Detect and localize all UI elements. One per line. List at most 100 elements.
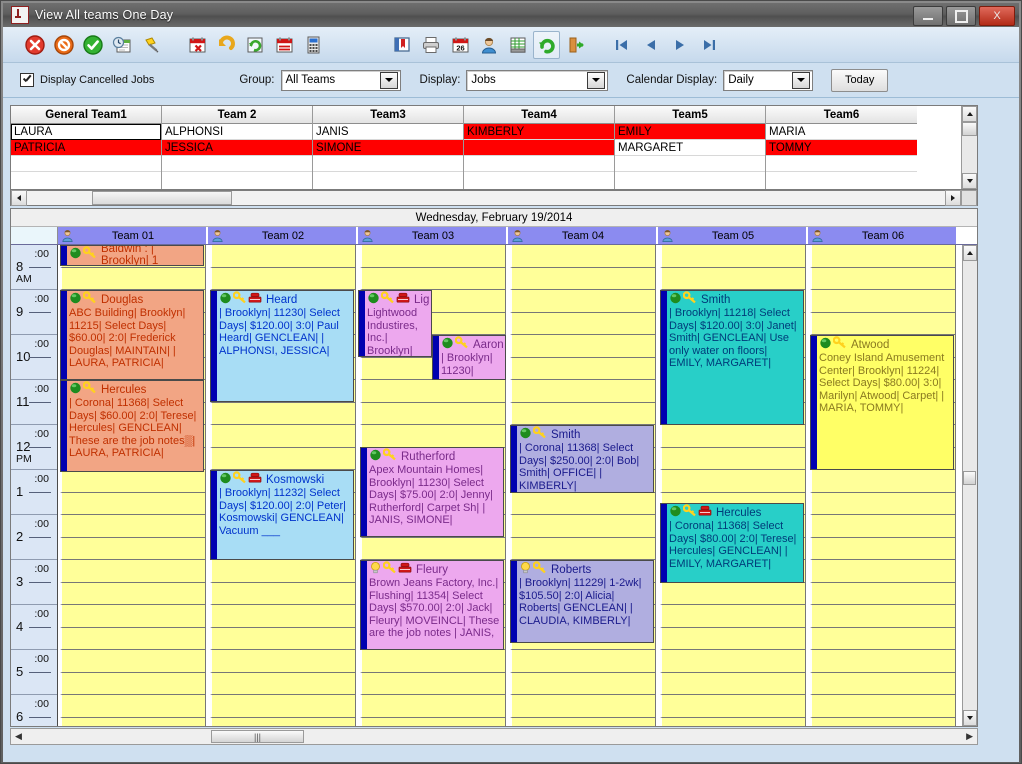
calendar-slot[interactable]: [510, 695, 656, 718]
calendar-hscroll-thumb[interactable]: |||: [211, 730, 304, 743]
calendar-slot[interactable]: [510, 357, 656, 380]
calendar-slot[interactable]: [210, 650, 356, 673]
calendar-horizontal-scrollbar[interactable]: ◀ ||| ▶: [10, 728, 978, 745]
calendar-scroll-thumb[interactable]: [963, 471, 976, 485]
previous-record-button[interactable]: [637, 31, 664, 59]
calendar-hscroll-left-button[interactable]: ◀: [11, 731, 26, 742]
calendar-slot[interactable]: [810, 650, 956, 673]
appointment-block[interactable]: Hercules | Corona| 11368| Select Days| $8…: [660, 503, 804, 583]
appointment-block[interactable]: Heard | Brooklyn| 11230| Select Days| $12…: [210, 290, 354, 402]
appointment-block[interactable]: Lig Lightwood Industires, Inc.| Brooklyn|…: [358, 290, 432, 357]
calendar-slot[interactable]: [60, 267, 206, 290]
roster-column-header[interactable]: Team3: [313, 106, 463, 124]
roster-cell[interactable]: MARIA: [766, 124, 917, 140]
reschedule-button[interactable]: [108, 31, 135, 59]
calendar-slot[interactable]: [810, 515, 956, 538]
roster-cell[interactable]: [162, 156, 312, 172]
calendar-slot[interactable]: [660, 267, 806, 290]
calendar-column-header[interactable]: Team 02: [208, 227, 358, 244]
calendar-slot[interactable]: [510, 245, 656, 268]
roster-column-header[interactable]: General Team1: [11, 106, 161, 124]
appointment-block[interactable]: Atwood Coney Island Amusement Center| Bro…: [810, 335, 954, 470]
roster-column-header[interactable]: Team 2: [162, 106, 312, 124]
calendar-slot[interactable]: [360, 650, 506, 673]
roster-scroll-thumb[interactable]: [962, 122, 977, 136]
calendar-slot[interactable]: [660, 605, 806, 628]
chevron-down-icon[interactable]: [792, 71, 811, 89]
calendar-slot[interactable]: [660, 717, 806, 726]
calendar-slot[interactable]: [210, 695, 356, 718]
calendar-slot[interactable]: [210, 425, 356, 448]
calculator-button[interactable]: [299, 31, 326, 59]
roster-hscroll-thumb[interactable]: [92, 191, 232, 205]
roster-hscroll-right-button[interactable]: [945, 190, 961, 206]
calendar-slot[interactable]: [210, 447, 356, 470]
calendar-slot[interactable]: [210, 560, 356, 583]
last-record-button[interactable]: [695, 31, 722, 59]
roster-horizontal-scrollbar[interactable]: [10, 190, 978, 206]
calendar-slot[interactable]: [60, 492, 206, 515]
appointment-block[interactable]: Fleury Brown Jeans Factory, Inc.| Flushin…: [360, 560, 504, 650]
calendar-slot[interactable]: [660, 650, 806, 673]
customer-button[interactable]: [475, 31, 502, 59]
calendar-slot[interactable]: [210, 717, 356, 726]
calendar-column-header[interactable]: Team 03: [358, 227, 508, 244]
calendar-slot[interactable]: [810, 470, 956, 493]
calendar-slot[interactable]: [360, 672, 506, 695]
calendar-slot[interactable]: [60, 650, 206, 673]
calendar-column-header[interactable]: Team 04: [508, 227, 658, 244]
calendar-scroll-track[interactable]: [963, 261, 977, 710]
roster-scroll-track[interactable]: [962, 136, 977, 173]
calendar-slot[interactable]: [660, 627, 806, 650]
calendar-slot[interactable]: [360, 537, 506, 560]
appointment-block[interactable]: Aaron | Brooklyn| 11230|: [432, 335, 506, 380]
calendar-slot[interactable]: [510, 672, 656, 695]
roster-column-header[interactable]: Team6: [766, 106, 917, 124]
exit-button[interactable]: [562, 31, 589, 59]
calendar-slot[interactable]: [510, 492, 656, 515]
calendar-slot[interactable]: [810, 695, 956, 718]
calendar-slot[interactable]: [210, 402, 356, 425]
refresh-green-button[interactable]: [533, 30, 560, 59]
roster-hscroll-track[interactable]: [27, 191, 945, 205]
spreadsheet-button[interactable]: [504, 31, 531, 59]
roster-cell[interactable]: [464, 140, 614, 156]
calendar-hscroll-right-button[interactable]: ▶: [962, 731, 977, 742]
calendar-slot[interactable]: [510, 267, 656, 290]
calendar-slot[interactable]: [360, 695, 506, 718]
calendar-slot[interactable]: [210, 627, 356, 650]
calendar-slot[interactable]: [510, 402, 656, 425]
calendar-slot[interactable]: [510, 335, 656, 358]
calendar-slot[interactable]: [810, 627, 956, 650]
close-button[interactable]: X: [979, 6, 1015, 26]
calendar-slot[interactable]: [660, 245, 806, 268]
roster-scroll-up-button[interactable]: [962, 106, 977, 122]
calendar-slot[interactable]: [810, 492, 956, 515]
group-select[interactable]: All Teams: [280, 69, 401, 91]
calendar-column-header[interactable]: Team 01: [58, 227, 208, 244]
roster-cell[interactable]: PATRICIA: [11, 140, 161, 156]
appointment-block[interactable]: Smith | Corona| 11368| Select Days| $250.…: [510, 425, 654, 493]
calendar-scroll-up-button[interactable]: [963, 245, 977, 261]
next-record-button[interactable]: [666, 31, 693, 59]
calendar-slot[interactable]: [810, 312, 956, 335]
chevron-down-icon[interactable]: [587, 71, 606, 89]
calendar-slot[interactable]: [360, 380, 506, 403]
calendar-slot[interactable]: [810, 605, 956, 628]
calendar-column-header[interactable]: Team 06: [808, 227, 958, 244]
roster-scroll-down-button[interactable]: [962, 173, 977, 189]
block-job-button[interactable]: [50, 31, 77, 59]
appointment-block[interactable]: Smith | Brooklyn| 11218| Select Days| $12…: [660, 290, 804, 425]
calendar-slot[interactable]: [60, 672, 206, 695]
roster-column-header[interactable]: Team5: [615, 106, 765, 124]
undo-button[interactable]: [212, 31, 239, 59]
calendar-slot[interactable]: [810, 290, 956, 313]
print-button[interactable]: [417, 31, 444, 59]
roster-hscroll-left-button[interactable]: [11, 190, 27, 206]
calendar-slot[interactable]: [360, 245, 506, 268]
calendar-slot[interactable]: [510, 290, 656, 313]
calendar-slot[interactable]: [810, 560, 956, 583]
calendar-slot[interactable]: [510, 515, 656, 538]
calendar-slot[interactable]: [510, 537, 656, 560]
calendar-slot[interactable]: [360, 717, 506, 726]
